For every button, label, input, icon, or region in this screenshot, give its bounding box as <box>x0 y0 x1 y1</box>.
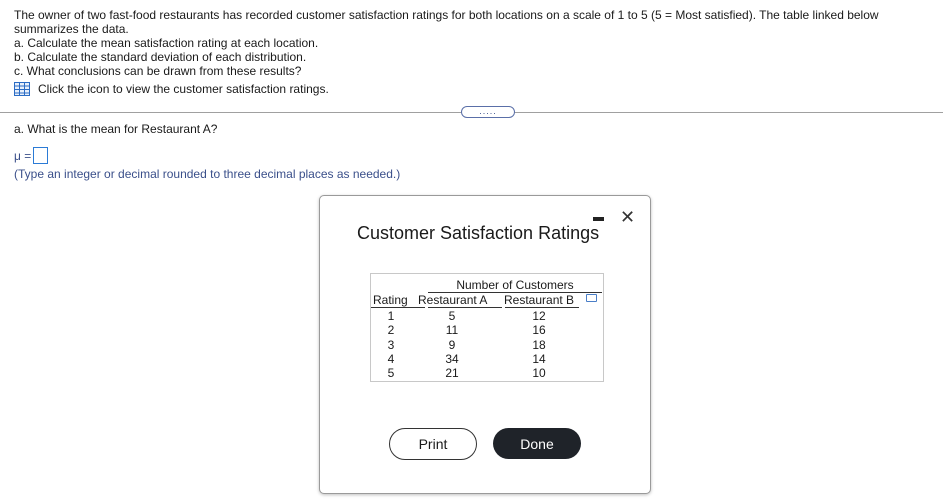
print-button[interactable]: Print <box>389 428 477 460</box>
restaurant-a-cell: 9 <box>448 337 456 352</box>
restaurant-b-cell: 16 <box>532 323 546 338</box>
rating-cell: 3 <box>387 337 395 352</box>
restaurant-b-cell: 10 <box>532 366 546 381</box>
table-body: 1 5 12 2 11 16 3 9 18 4 34 14 5 21 10 <box>371 309 605 380</box>
header-rule-b <box>505 307 579 308</box>
restaurant-b-cell: 14 <box>532 351 546 366</box>
minimize-icon[interactable] <box>593 217 604 221</box>
ratings-table: Number of Customers Rating Restaurant A … <box>370 273 604 382</box>
close-icon[interactable]: ✕ <box>620 208 635 226</box>
question-item-b: b. Calculate the standard deviation of e… <box>14 50 307 64</box>
answer-hint: (Type an integer or decimal rounded to t… <box>14 167 401 181</box>
header-rule-rating <box>371 307 425 308</box>
part-a-prompt: a. What is the mean for Restaurant A? <box>14 122 218 136</box>
question-item-a: a. Calculate the mean satisfaction ratin… <box>14 36 319 50</box>
mu-answer-input[interactable] <box>33 147 49 164</box>
header-rule-a <box>428 307 502 308</box>
table-row: 3 9 18 <box>371 338 605 352</box>
rating-cell: 1 <box>387 309 395 323</box>
question-intro: The owner of two fast-food restaurants h… <box>14 8 879 36</box>
question-text: The owner of two fast-food restaurants h… <box>14 8 939 96</box>
mu-label: μ = <box>14 148 32 163</box>
table-icon[interactable] <box>14 82 30 96</box>
restaurant-a-cell: 5 <box>448 309 456 323</box>
table-row: 5 21 10 <box>371 366 605 380</box>
restaurant-a-cell: 11 <box>445 323 459 338</box>
restaurant-a-cell: 34 <box>445 351 459 366</box>
table-row: 1 5 12 <box>371 309 605 323</box>
rating-cell: 5 <box>387 366 395 381</box>
restaurant-b-cell: 18 <box>532 337 546 352</box>
column-header-rating: Rating <box>373 293 408 307</box>
copy-data-icon[interactable] <box>586 294 597 302</box>
table-row: 2 11 16 <box>371 323 605 337</box>
rating-cell: 2 <box>387 323 395 338</box>
rating-cell: 4 <box>387 351 395 366</box>
dialog-title: Customer Satisfaction Ratings <box>357 223 600 243</box>
mu-answer-row: μ = <box>14 147 49 164</box>
done-button[interactable]: Done <box>493 428 581 459</box>
column-header-restaurant-a: Restaurant A <box>418 293 488 307</box>
view-ratings-link-text[interactable]: Click the icon to view the customer sati… <box>38 82 329 96</box>
ratings-dialog: Customer Satisfaction Ratings ✕ Number o… <box>319 195 651 494</box>
table-row: 4 34 14 <box>371 352 605 366</box>
view-ratings-link[interactable]: Click the icon to view the customer sati… <box>14 82 939 96</box>
column-header-restaurant-b: Restaurant B <box>504 293 575 307</box>
table-group-header: Number of Customers <box>456 278 574 292</box>
expand-question-button[interactable]: ..... <box>461 106 515 118</box>
restaurant-a-cell: 21 <box>445 366 459 381</box>
restaurant-b-cell: 12 <box>532 309 546 323</box>
question-item-c: c. What conclusions can be drawn from th… <box>14 64 302 78</box>
